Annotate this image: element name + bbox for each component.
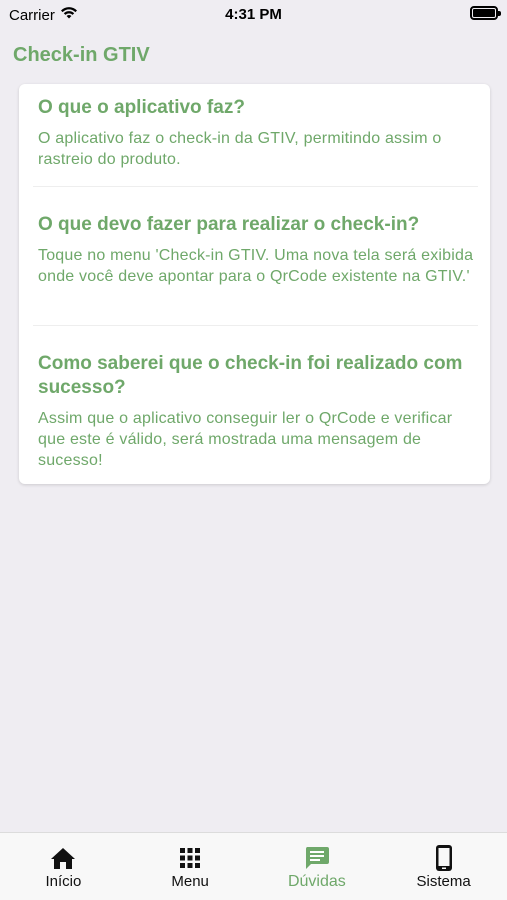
faq-item: O que devo fazer para realizar o check-i… <box>38 213 478 287</box>
home-icon <box>50 845 76 871</box>
tab-duvidas[interactable]: Dúvidas <box>254 833 381 900</box>
tab-sistema[interactable]: Sistema <box>380 833 507 900</box>
tab-label: Menu <box>171 873 209 890</box>
faq-answer: O aplicativo faz o check-in da GTIV, per… <box>38 130 442 168</box>
battery-fill <box>473 9 495 17</box>
status-left: Carrier <box>9 6 78 24</box>
status-right <box>470 6 501 20</box>
grid-icon <box>177 845 203 871</box>
faq-item: Como saberei que o check-in foi realizad… <box>38 352 478 471</box>
faq-question: Como saberei que o check-in foi realizad… <box>38 353 463 398</box>
faq-answer: Toque no menu 'Check-in GTIV. Uma nova t… <box>38 247 474 285</box>
faq-item: O que o aplicativo faz? O aplicativo faz… <box>38 96 478 170</box>
carrier-label: Carrier <box>9 6 55 24</box>
faq-answer: Assim que o aplicativo conseguir ler o Q… <box>38 410 453 469</box>
faq-question: O que devo fazer para realizar o check-i… <box>38 214 420 235</box>
battery-icon <box>470 6 501 20</box>
tab-label: Sistema <box>416 873 471 890</box>
chat-icon <box>304 845 330 871</box>
tab-bar: Início Menu Dúvidas Sistema <box>0 832 507 900</box>
tab-label: Início <box>45 873 82 890</box>
faq-card: O que o aplicativo faz? O aplicativo faz… <box>19 84 490 484</box>
tab-label: Dúvidas <box>287 873 346 890</box>
tab-inicio[interactable]: Início <box>0 833 127 900</box>
tab-menu[interactable]: Menu <box>127 833 254 900</box>
page-title: Check-in GTIV <box>13 44 150 66</box>
status-bar: 4:31 PM Carrier <box>0 0 507 30</box>
phone-icon <box>431 845 457 871</box>
wifi-icon <box>60 6 78 24</box>
divider <box>33 186 478 187</box>
screen: 4:31 PM Carrier Check-in GTIV O que o ap… <box>0 0 507 900</box>
divider <box>33 325 478 326</box>
faq-question: O que o aplicativo faz? <box>38 97 245 118</box>
